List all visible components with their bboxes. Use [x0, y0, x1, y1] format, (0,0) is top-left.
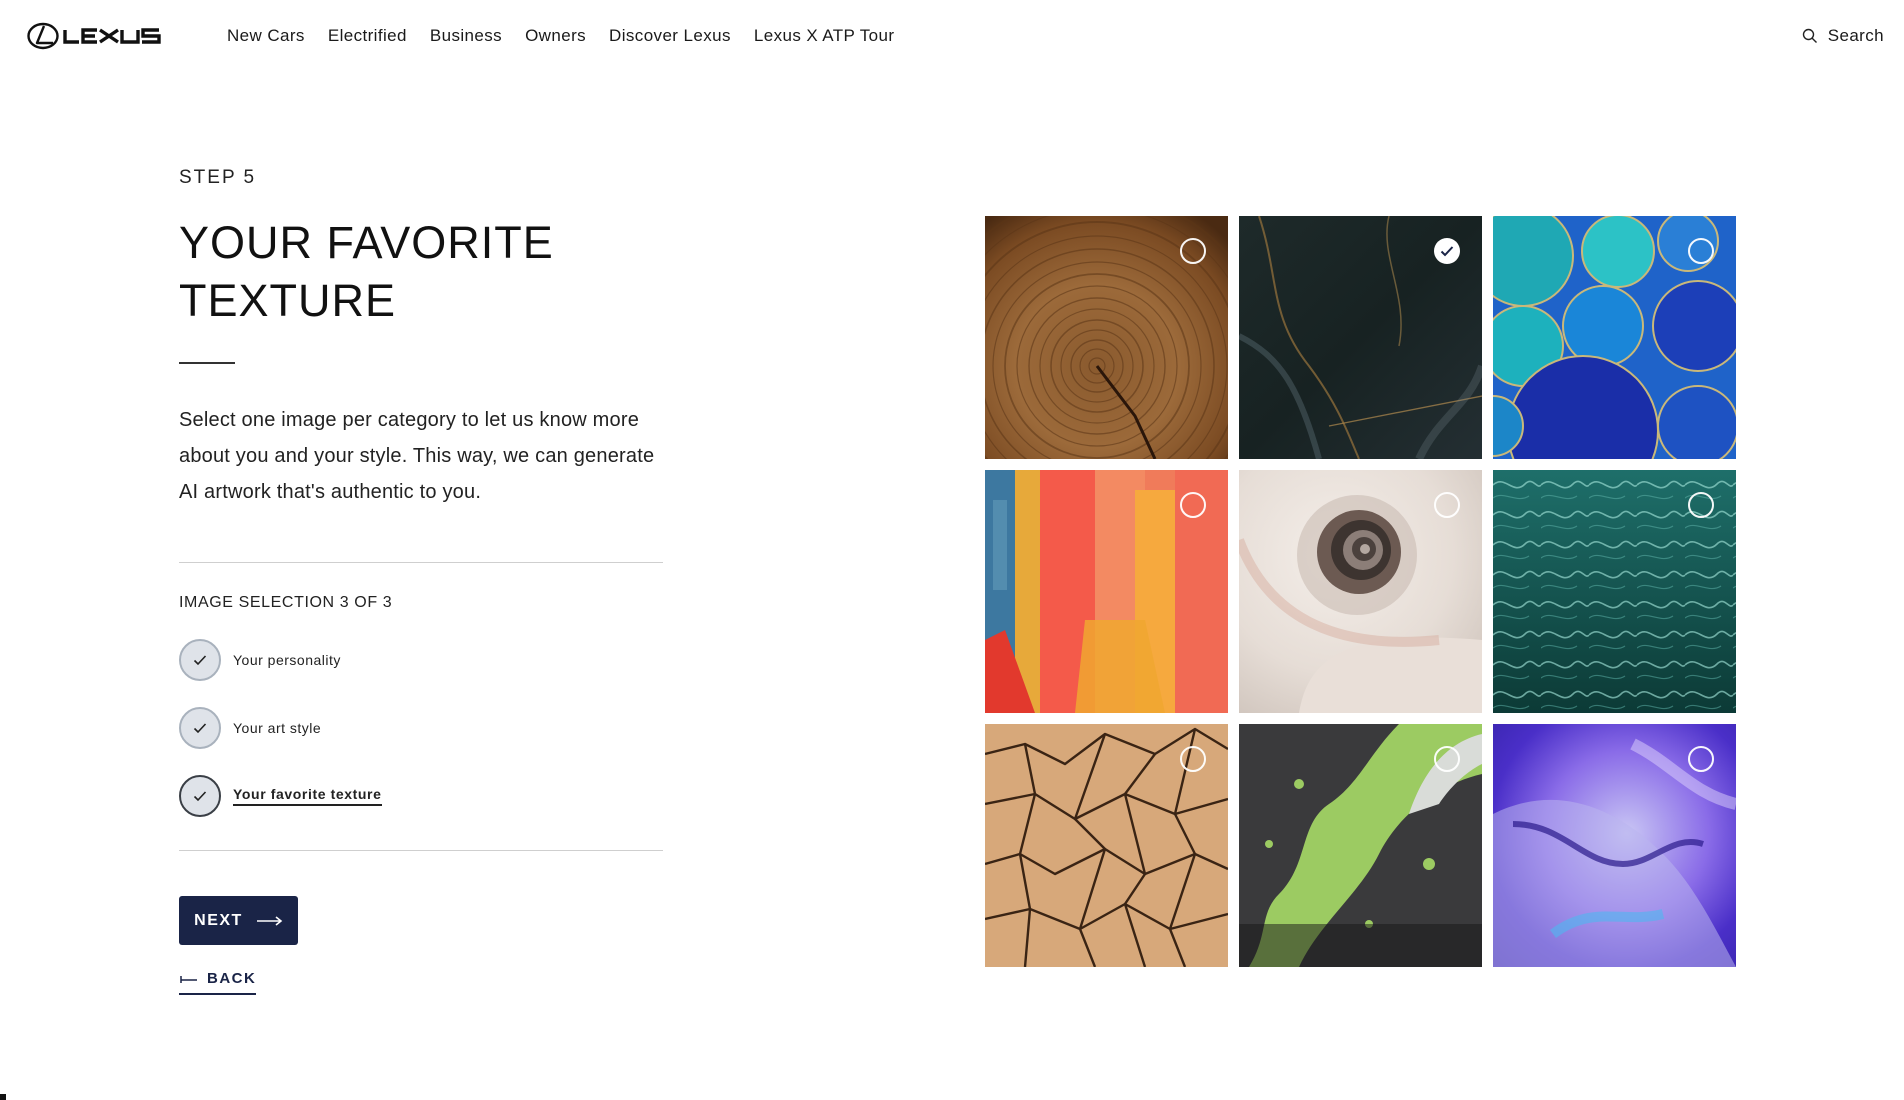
site-header: New Cars Electrified Business Owners Dis… [0, 0, 1904, 74]
step-label: STEP 5 [179, 167, 257, 188]
texture-grid [985, 216, 1736, 967]
checklist-item-art-style[interactable]: Your art style [179, 707, 382, 749]
select-radio[interactable] [1688, 238, 1714, 264]
nav-item-discover-lexus[interactable]: Discover Lexus [609, 24, 731, 48]
texture-tile-water-ripples[interactable] [1493, 470, 1736, 713]
select-radio[interactable] [1688, 746, 1714, 772]
select-radio[interactable] [1180, 238, 1206, 264]
search-button[interactable]: Search [1802, 24, 1884, 48]
check-icon [179, 707, 221, 749]
arrow-right-icon [256, 915, 283, 926]
texture-tile-blue-bubbles[interactable] [1493, 216, 1736, 459]
corner-artifact [0, 1094, 6, 1100]
selection-heading: IMAGE SELECTION 3 OF 3 [179, 594, 393, 611]
texture-tile-paint-strokes[interactable] [985, 470, 1228, 713]
divider-bottom [179, 850, 663, 851]
check-icon [179, 639, 221, 681]
nav-item-new-cars[interactable]: New Cars [227, 24, 305, 48]
checklist-item-favorite-texture[interactable]: Your favorite texture [179, 775, 382, 817]
next-button[interactable]: NEXT [179, 896, 298, 945]
search-label: Search [1827, 26, 1884, 45]
checkmark-icon [1440, 246, 1454, 257]
checklist-item-label: Your favorite texture [233, 786, 382, 806]
select-radio[interactable] [1688, 492, 1714, 518]
texture-tile-green-splatter[interactable] [1239, 724, 1482, 967]
back-link-label: BACK [207, 970, 257, 987]
divider-top [179, 562, 663, 563]
texture-tile-cracked-earth[interactable] [985, 724, 1228, 967]
nav-item-lexus-atp-tour[interactable]: Lexus X ATP Tour [754, 24, 895, 48]
description: Select one image per category to let us … [179, 409, 655, 503]
title-underline [179, 362, 235, 364]
search-icon [1802, 28, 1817, 43]
back-link[interactable]: BACK [179, 970, 257, 995]
arrow-left-icon [180, 975, 197, 983]
texture-tile-purple-ink[interactable] [1493, 724, 1736, 967]
select-radio-checked[interactable] [1434, 238, 1460, 264]
page: New Cars Electrified Business Owners Dis… [0, 0, 1904, 1100]
select-radio[interactable] [1180, 492, 1206, 518]
check-icon [179, 775, 221, 817]
next-button-label: NEXT [194, 911, 243, 929]
lexus-logo-icon [27, 22, 161, 50]
select-radio[interactable] [1434, 746, 1460, 772]
nav-item-business[interactable]: Business [430, 24, 502, 48]
texture-tile-seashell[interactable] [1239, 470, 1482, 713]
nav-item-electrified[interactable]: Electrified [328, 24, 407, 48]
select-radio[interactable] [1434, 492, 1460, 518]
checklist-item-personality[interactable]: Your personality [179, 639, 382, 681]
nav-item-owners[interactable]: Owners [525, 24, 586, 48]
page-title: YOUR FAVORITE TEXTURE [179, 217, 554, 326]
texture-tile-dark-marble[interactable] [1239, 216, 1482, 459]
select-radio[interactable] [1180, 746, 1206, 772]
selection-checklist: Your personality Your art style Your fav… [179, 639, 382, 843]
texture-tile-wood-rings[interactable] [985, 216, 1228, 459]
checklist-item-label: Your art style [233, 720, 322, 736]
lexus-logo[interactable] [27, 21, 184, 51]
checklist-item-label: Your personality [233, 652, 341, 668]
main-nav: New Cars Electrified Business Owners Dis… [227, 24, 917, 48]
